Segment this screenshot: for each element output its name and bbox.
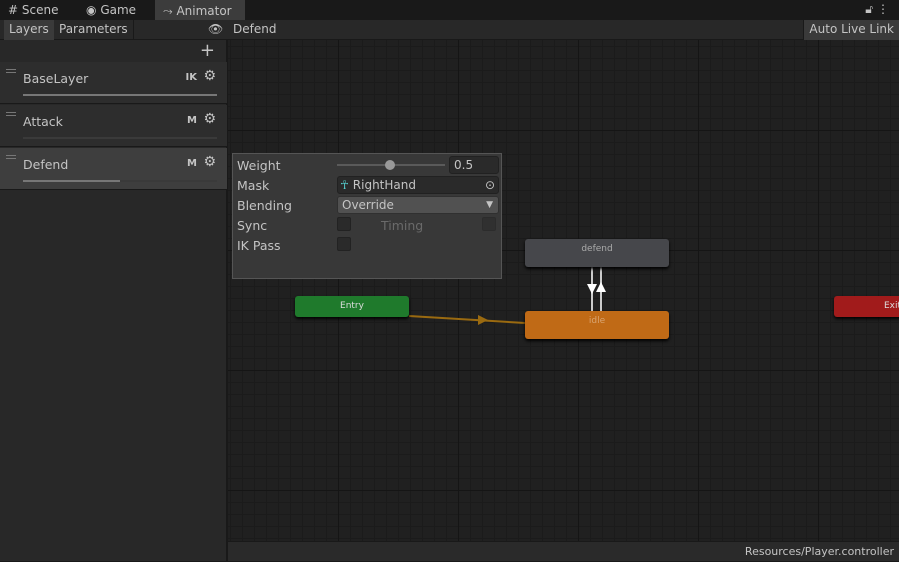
tab-scene[interactable]: # Scene: [0, 0, 66, 20]
layer-item[interactable]: BaseLayer IK ⚙: [0, 62, 227, 104]
auto-live-link-button[interactable]: Auto Live Link: [803, 20, 899, 40]
more-menu-icon[interactable]: ⋮: [877, 2, 889, 16]
layer-settings-popup: Weight 0.5 Mask ☥ RightHand ⊙ Blending Ov…: [232, 153, 502, 279]
avatar-mask-icon: ☥: [340, 178, 349, 192]
timing-checkbox[interactable]: [482, 217, 496, 231]
weight-bar: [23, 137, 217, 139]
arrow-down-icon: [587, 284, 597, 294]
exit-node[interactable]: Exit: [834, 296, 899, 317]
object-picker-icon[interactable]: ⊙: [485, 177, 495, 193]
tab-game[interactable]: ◉ Game: [78, 0, 144, 20]
state-node-idle[interactable]: idle: [525, 311, 669, 339]
state-graph[interactable]: Entry defend idle Exit: [228, 40, 899, 541]
layer-item[interactable]: Attack M ⚙: [0, 105, 227, 147]
chevron-down-icon: ▼: [486, 200, 493, 210]
window-tab-bar: # Scene ◉ Game ⤳ Animator 🔓︎ ⋮: [0, 0, 899, 20]
entry-node[interactable]: Entry: [295, 296, 409, 317]
layers-panel: + BaseLayer IK ⚙ Attack M ⚙ Defend M ⚙: [0, 40, 227, 561]
blending-dropdown[interactable]: Override ▼: [337, 196, 499, 214]
gear-icon[interactable]: ⚙: [203, 154, 216, 170]
layer-item[interactable]: Defend M ⚙: [0, 148, 227, 190]
drag-handle-icon[interactable]: [6, 112, 16, 116]
drag-handle-icon[interactable]: [6, 69, 16, 73]
animator-icon: ⤳: [163, 4, 173, 18]
status-bar: Resources/Player.controller: [228, 541, 899, 561]
gamepad-icon: ◉: [86, 3, 97, 17]
arrow-up-icon: [596, 282, 606, 292]
sync-checkbox[interactable]: [337, 217, 351, 231]
parameters-tab[interactable]: Parameters: [54, 20, 134, 40]
state-node-defend[interactable]: defend: [525, 239, 669, 267]
drag-handle-icon[interactable]: [6, 155, 16, 159]
animator-toolbar: Layers Parameters 👁︎ Defend Auto Live Li…: [0, 20, 899, 40]
entry-transition[interactable]: [408, 315, 526, 324]
grid-icon: #: [8, 3, 19, 17]
mask-field[interactable]: ☥ RightHand ⊙: [337, 176, 499, 194]
breadcrumb[interactable]: Defend: [228, 20, 281, 40]
ik-pass-checkbox[interactable]: [337, 237, 351, 251]
weight-input[interactable]: 0.5: [449, 156, 499, 174]
weight-bar: [23, 94, 217, 96]
eye-icon[interactable]: 👁︎: [203, 20, 228, 40]
gear-icon[interactable]: ⚙: [203, 68, 216, 84]
weight-bar: [23, 180, 217, 182]
gear-icon[interactable]: ⚙: [203, 111, 216, 127]
slider-handle[interactable]: [385, 160, 395, 170]
transitions: [408, 267, 606, 325]
arrow-icon: [478, 315, 488, 325]
layers-tab[interactable]: Layers: [4, 20, 54, 40]
add-layer-button[interactable]: +: [200, 40, 215, 61]
tab-animator[interactable]: ⤳ Animator: [155, 0, 245, 20]
lock-icon[interactable]: 🔓︎: [865, 2, 873, 17]
